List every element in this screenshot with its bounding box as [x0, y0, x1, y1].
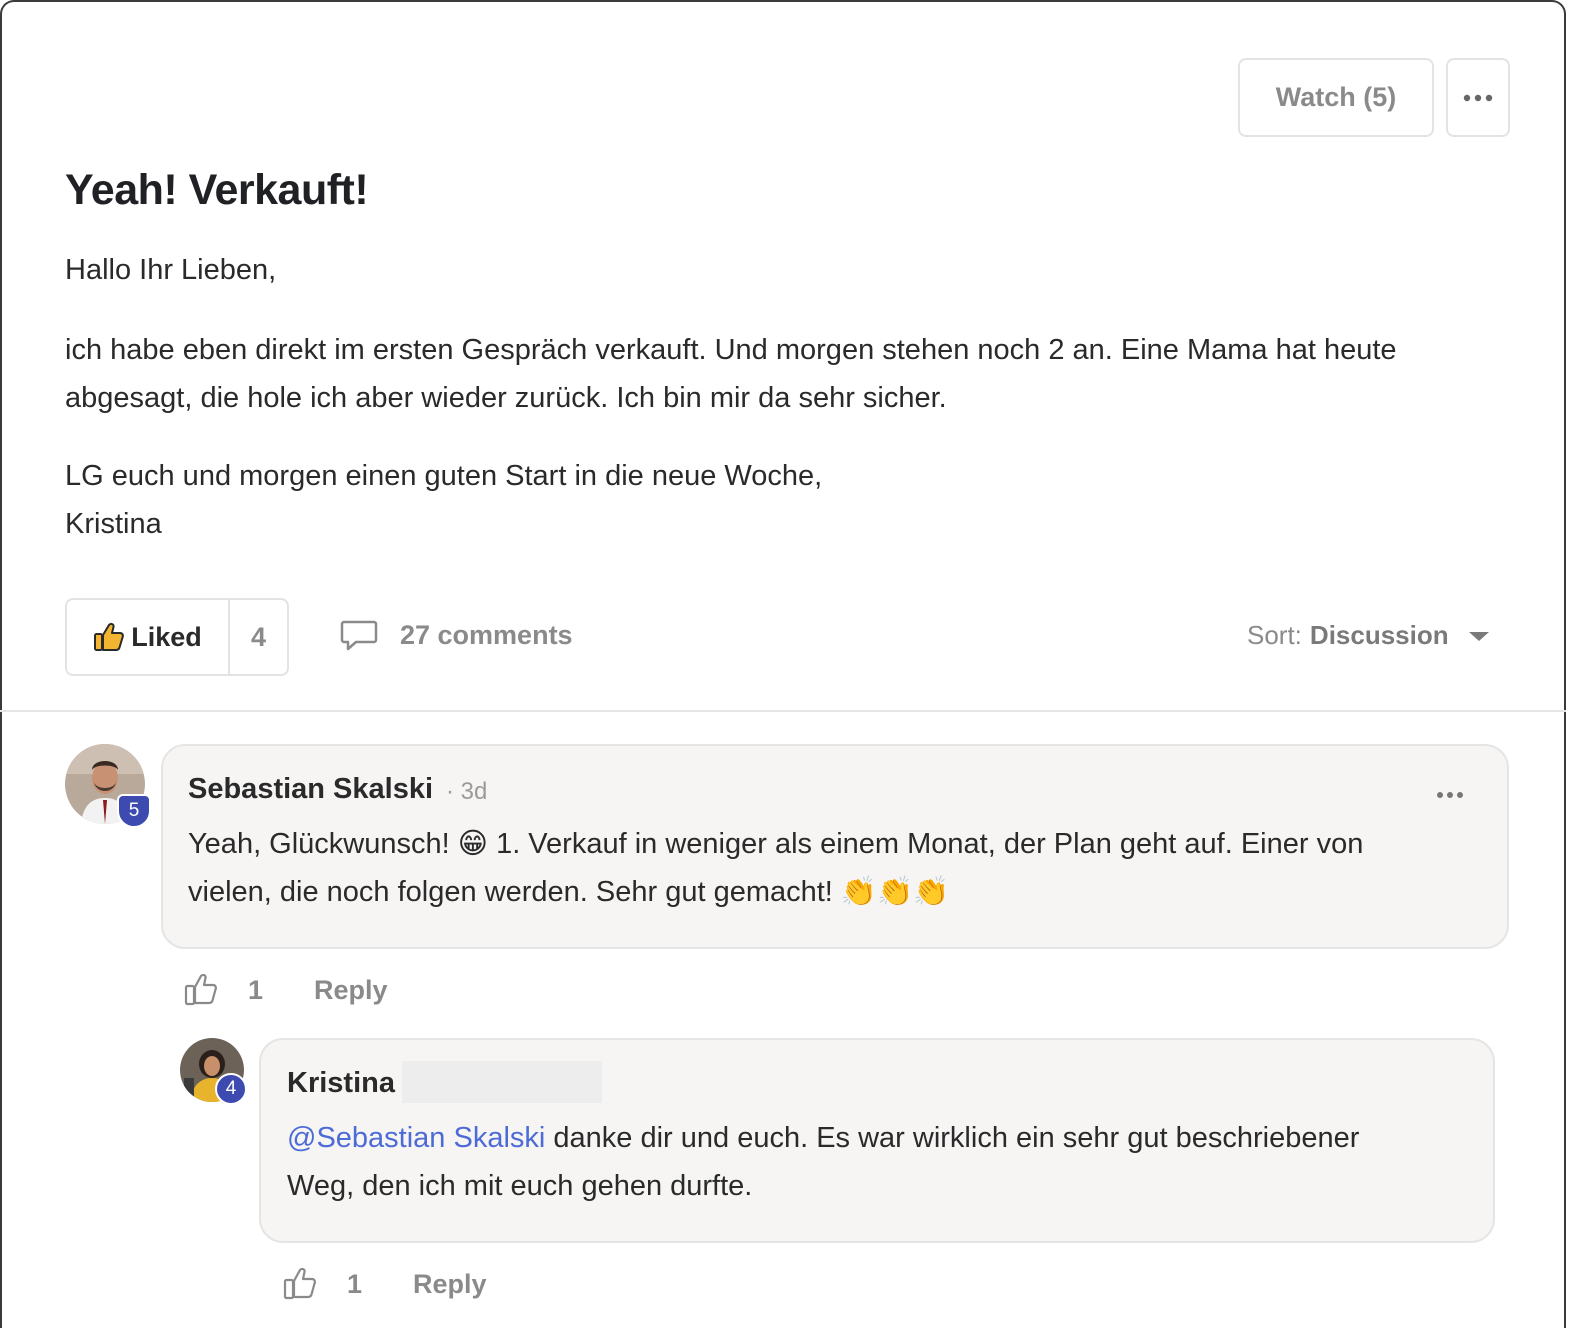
comment-time: · 3d: [446, 778, 487, 806]
sort-dropdown[interactable]: Sort: Discussion: [1247, 620, 1493, 651]
reply-button[interactable]: Reply: [413, 1269, 487, 1300]
divider: [0, 710, 1566, 712]
comment-author[interactable]: Sebastian Skalski: [188, 773, 433, 806]
watch-button[interactable]: Watch (5): [1238, 58, 1434, 137]
comment-text-part: danke dir und euch. Es war wirklich ein …: [545, 1122, 1360, 1154]
post-title: Yeah! Verkauft!: [65, 166, 369, 214]
post-more-button[interactable]: [1446, 58, 1510, 137]
post-body: ich habe eben direkt im ersten Gespräch …: [65, 326, 1525, 422]
post-signature: Kristina: [65, 508, 162, 540]
like-control: Liked 4: [65, 598, 289, 676]
comment-like-button[interactable]: [184, 972, 218, 1006]
post-closing: LG euch und morgen einen guten Start in …: [65, 452, 1525, 548]
caret-down-icon: [1468, 631, 1489, 641]
comment-text-part: Yeah, Glückwunsch!: [188, 828, 450, 860]
post-greeting: Hallo Ihr Lieben,: [65, 254, 277, 286]
comment-like-count: 1: [248, 975, 264, 1005]
like-count: 4: [250, 621, 267, 652]
user-mention[interactable]: @Sebastian Skalski: [287, 1122, 545, 1154]
grinning-emoji: 😁: [457, 828, 488, 860]
reply-button[interactable]: Reply: [314, 975, 388, 1006]
watch-label: Watch (5): [1275, 82, 1397, 112]
comment-text-part: Weg, den ich mit euch gehen durfte.: [287, 1170, 753, 1202]
liked-label: Liked: [131, 621, 202, 652]
time-value: 3d: [460, 778, 488, 805]
comment-like-count: 1: [347, 1269, 363, 1299]
post-body-line: abgesagt, die hole ich aber wieder zurüc…: [65, 382, 947, 414]
comment-more-button[interactable]: [1436, 786, 1464, 804]
thumbs-up-icon: [283, 1267, 316, 1300]
thumbs-up-icon: [184, 973, 217, 1006]
comment-text: Yeah, Glückwunsch! 😁 1. Verkauf in wenig…: [188, 820, 1488, 916]
comments-link[interactable]: 27 comments: [340, 618, 573, 652]
post-closing-line: LG euch und morgen einen guten Start in …: [65, 460, 823, 492]
comment-text: @Sebastian Skalski danke dir und euch. E…: [287, 1114, 1477, 1210]
redacted-area: [402, 1061, 602, 1103]
like-button[interactable]: Liked: [67, 600, 230, 674]
sort-value: Discussion: [1309, 620, 1449, 650]
ellipsis-icon: [1437, 792, 1463, 798]
comment-author[interactable]: Kristina: [287, 1067, 395, 1100]
time-separator: ·: [446, 778, 454, 805]
level-badge: 5: [117, 794, 151, 828]
clapping-emoji: 👏👏👏: [840, 876, 950, 908]
ellipsis-icon: [1463, 94, 1493, 101]
avatar-kristina[interactable]: 4: [180, 1038, 247, 1105]
comments-count: 27 comments: [400, 619, 573, 650]
post-body-line: ich habe eben direkt im ersten Gespräch …: [65, 334, 1397, 366]
avatar-sebastian[interactable]: 5: [65, 744, 151, 828]
level-badge: 4: [215, 1073, 247, 1105]
comment-text-part: vielen, die noch folgen werden. Sehr gut…: [188, 876, 833, 908]
comment-like-button[interactable]: [283, 1266, 317, 1300]
sort-prefix: Sort:: [1247, 620, 1302, 650]
thumbs-up-filled-icon: [94, 622, 125, 651]
comment-bubble-icon: [340, 620, 378, 651]
comment-text-part: 1. Verkauf in weniger als einem Monat, d…: [496, 828, 1364, 860]
